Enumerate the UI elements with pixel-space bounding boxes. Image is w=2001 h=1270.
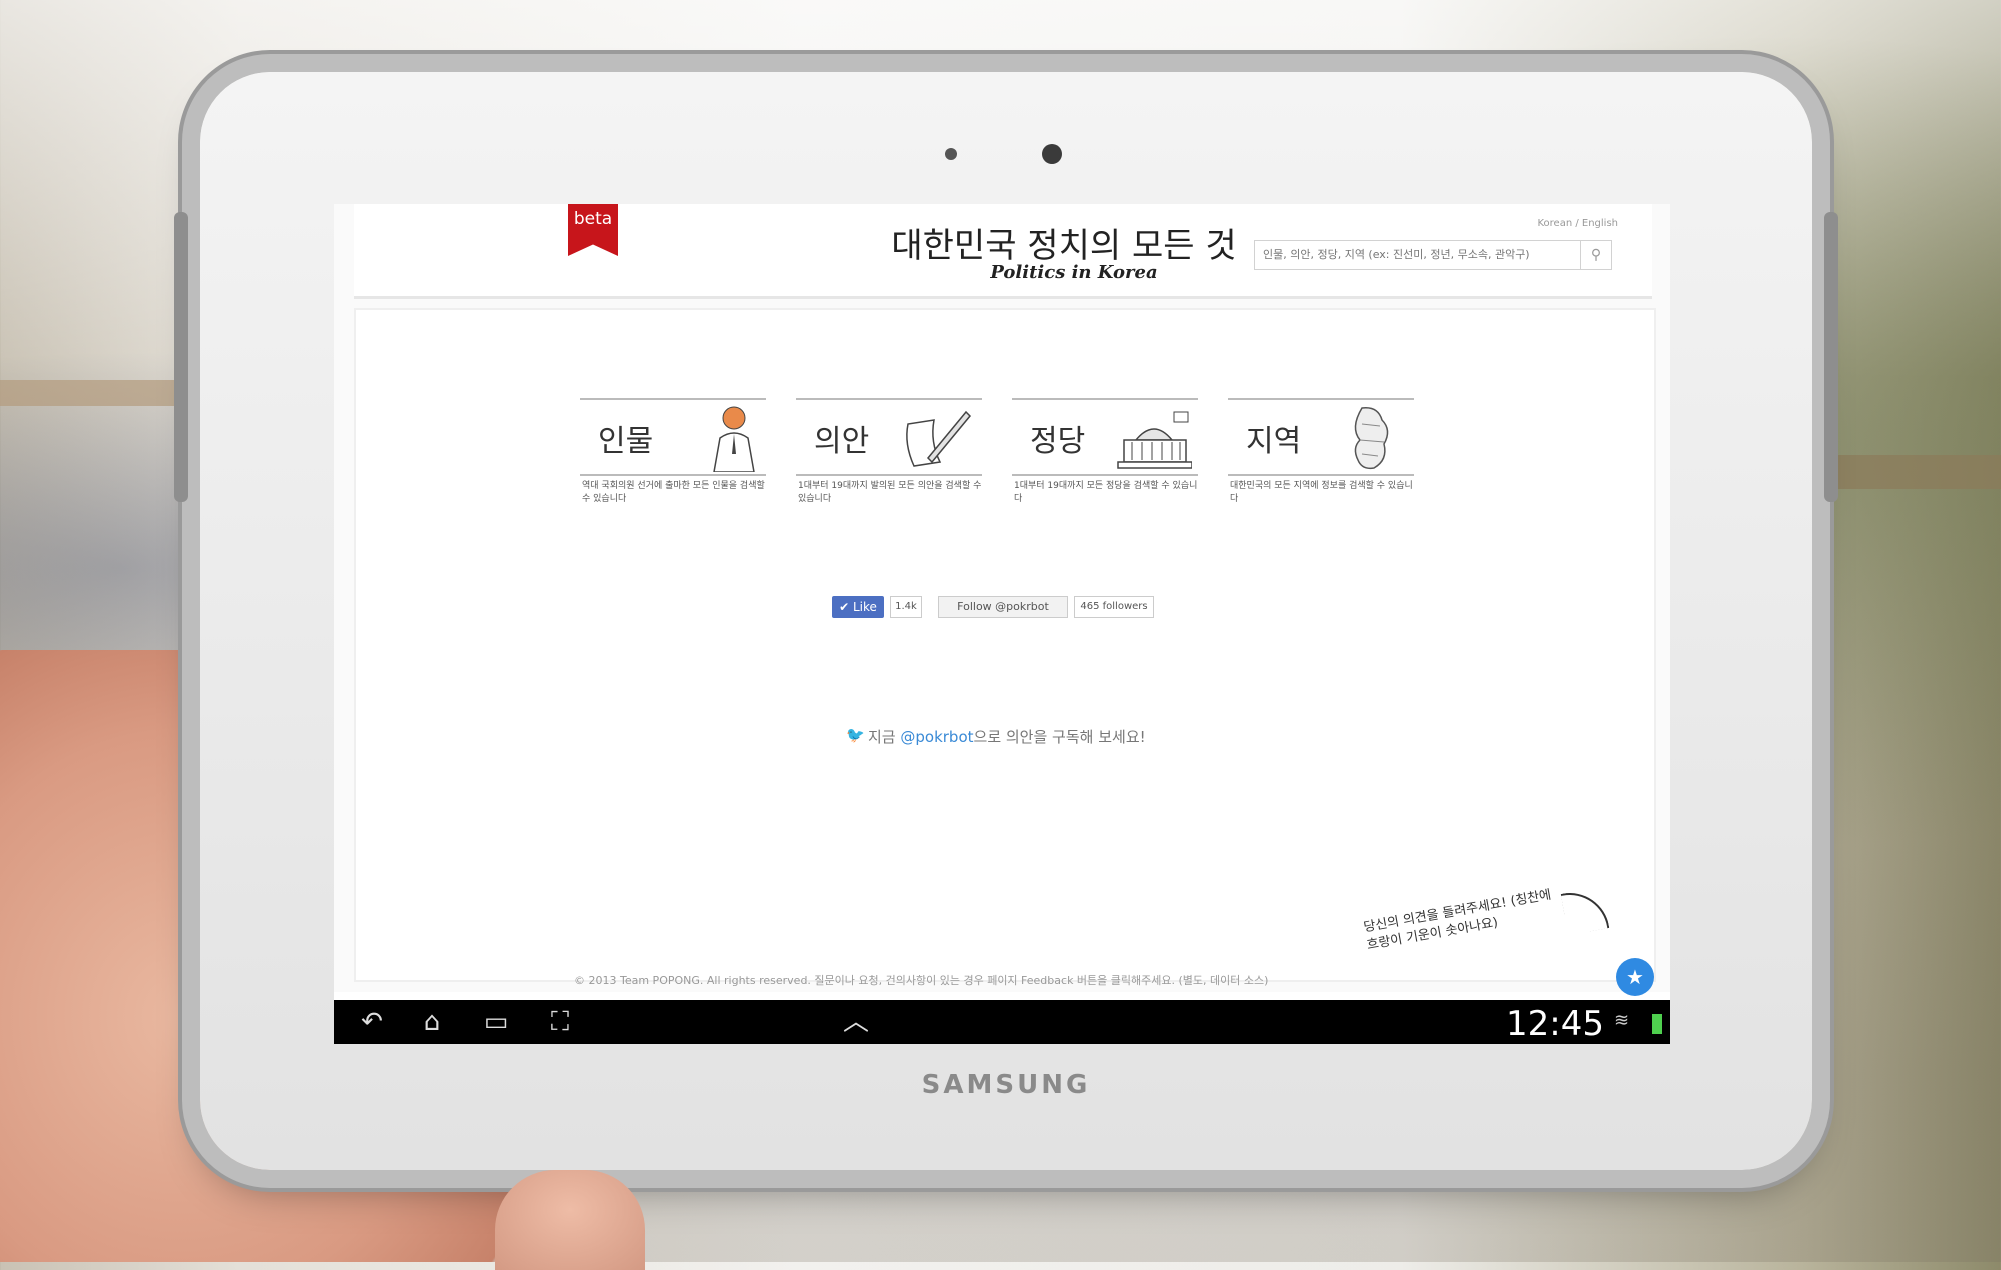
korea-map-icon (1354, 407, 1389, 470)
screenshot-icon[interactable]: ⛶ (538, 1008, 582, 1036)
follower-count: 465 followers (1074, 596, 1154, 618)
category-parties[interactable]: 정당 1대부터 19대까지 모든 정당을 검색할 수 있습니다 (1012, 398, 1198, 516)
search-box: ⚲ (1254, 240, 1612, 270)
divider (580, 398, 766, 400)
divider (580, 474, 766, 476)
tablet-screen: beta 대한민국 정치의 모든 것 Politics in Korea Kor… (334, 204, 1670, 1044)
category-label: 인물 (598, 424, 654, 459)
up-arrow-icon[interactable]: ︿ (834, 1008, 878, 1036)
home-icon[interactable]: ⌂ (410, 1008, 454, 1036)
category-label: 지역 (1246, 424, 1302, 459)
star-icon: ★ (1626, 965, 1644, 989)
category-description: 1대부터 19대까지 발의된 모든 의안을 검색할 수 있습니다 (798, 481, 982, 504)
site-header: beta 대한민국 정치의 모든 것 Politics in Korea Kor… (354, 204, 1652, 299)
language-switch[interactable]: Korean / English (1537, 218, 1618, 229)
web-page: beta 대한민국 정치의 모든 것 Politics in Korea Kor… (334, 204, 1670, 992)
footer: © 2013 Team POPONG. All rights reserved.… (574, 974, 1269, 987)
divider (796, 398, 982, 400)
divider (1228, 398, 1414, 400)
side-button (1824, 212, 1838, 502)
subscribe-message: 지금 @pokrbot으로 의안을 구독해 보세요! (868, 726, 1146, 747)
back-icon[interactable]: ↶ (350, 1008, 394, 1036)
background-table (0, 380, 230, 406)
recent-apps-icon[interactable]: ▭ (474, 1008, 518, 1036)
person-icon (713, 406, 755, 472)
camera-icon (1042, 144, 1062, 164)
category-regions[interactable]: 지역 대한민국의 모든 지역에 정보를 검색할 수 있습니다 (1228, 398, 1414, 516)
subscribe-prefix: 지금 (868, 728, 901, 746)
site-title[interactable]: 대한민국 정치의 모든 것 (864, 218, 1264, 267)
twitter-handle-link[interactable]: @pokrbot (900, 728, 973, 746)
status-clock: 12:45 (1506, 1004, 1604, 1044)
android-navigation-bar: ↶ ⌂ ▭ ⛶ ︿ 12:45 ≋ (334, 1000, 1670, 1044)
thumb (495, 1170, 645, 1270)
search-icon[interactable]: ⚲ (1580, 241, 1611, 269)
category-description: 1대부터 19대까지 모든 정당을 검색할 수 있습니다 (1014, 481, 1198, 504)
document-pen-icon (906, 410, 972, 467)
category-label: 의안 (814, 424, 870, 459)
feedback-button[interactable]: ★ (1616, 958, 1654, 996)
side-button (174, 212, 188, 502)
category-description: 역대 국회의원 선거에 출마한 모든 인물을 검색할 수 있습니다 (582, 481, 765, 504)
tablet-device: beta 대한민국 정치의 모든 것 Politics in Korea Kor… (174, 72, 1838, 1170)
facebook-like-button[interactable]: ✔ Like (832, 596, 884, 618)
divider (1012, 474, 1198, 476)
category-people[interactable]: 인물 역대 국회의원 선거에 출마한 모든 인물을 검색할 수 있습니다 (580, 398, 766, 516)
twitter-follow-button[interactable]: Follow @pokrbot (938, 596, 1068, 618)
site-subtitle: Politics in Korea (990, 262, 1158, 283)
category-bills[interactable]: 의안 1대부터 19대까지 발의된 모든 의안을 검색할 수 있습니다 (796, 398, 982, 516)
category-menu: 인물 역대 국회의원 선거에 출마한 모든 인물을 검색할 수 있습니다 의안 (580, 398, 1420, 518)
wifi-icon: ≋ (1614, 1010, 1630, 1031)
divider (796, 474, 982, 476)
category-label: 정당 (1030, 424, 1086, 459)
battery-icon (1652, 1014, 1662, 1034)
category-description: 대한민국의 모든 지역에 정보를 검색할 수 있습니다 (1230, 481, 1413, 504)
device-brand-logo: SAMSUNG (921, 1070, 1091, 1100)
divider (1228, 474, 1414, 476)
subscribe-suffix: 으로 의안을 구독해 보세요! (973, 728, 1146, 746)
beta-ribbon: beta (568, 204, 618, 256)
assembly-building-icon (1117, 411, 1192, 469)
sensor-icon (945, 148, 957, 160)
like-count: 1.4k (890, 596, 922, 618)
divider (1012, 398, 1198, 400)
search-input[interactable] (1255, 241, 1589, 267)
twitter-bird-icon: 🐦 (846, 726, 865, 744)
